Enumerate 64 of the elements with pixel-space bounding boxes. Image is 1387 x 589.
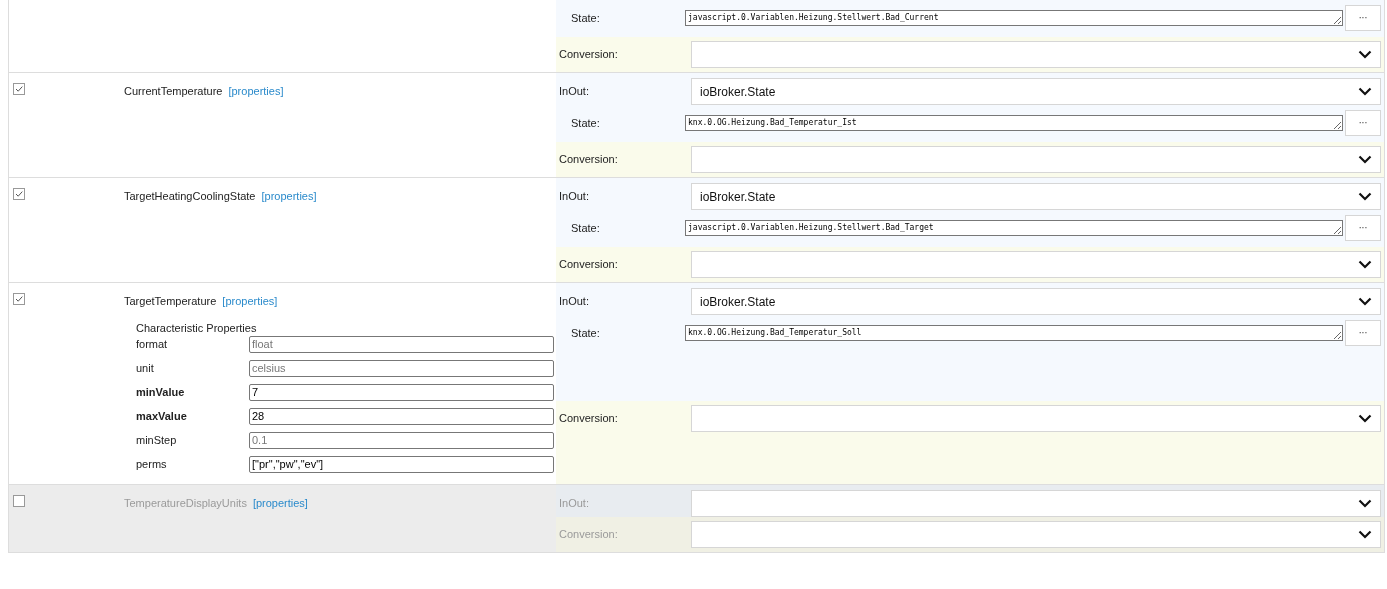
chevron-down-icon	[1358, 499, 1372, 508]
check-icon	[14, 294, 24, 304]
select-field[interactable]	[691, 404, 1381, 432]
browse-button[interactable]: ···	[1345, 110, 1381, 136]
chevron-down-icon	[1358, 260, 1372, 269]
select-field[interactable]	[691, 490, 1381, 517]
input-field[interactable]: ["pr","pw","ev"]	[249, 455, 554, 473]
chevron-down-icon	[1358, 155, 1372, 164]
field-label: Conversion:	[559, 527, 619, 543]
characteristic-name: TemperatureDisplayUnits	[124, 497, 247, 509]
field-label: InOut:	[559, 189, 590, 205]
select-field[interactable]: ioBroker.State	[691, 288, 1381, 315]
state-field[interactable]: javascript.0.Variablen.Heizung.Stellwert.Bad_Target	[685, 220, 1343, 236]
browse-button[interactable]: ···	[1345, 5, 1381, 31]
field-label: Conversion:	[559, 257, 619, 273]
properties-link[interactable]: [properties]	[228, 85, 284, 97]
property-label: maxValue	[136, 408, 188, 424]
input-field[interactable]: 0.1	[249, 431, 554, 449]
property-label: minStep	[136, 432, 178, 448]
chevron-down-icon	[1358, 530, 1372, 539]
check-icon	[14, 84, 24, 94]
property-label: perms	[136, 456, 168, 472]
state-field[interactable]: knx.0.OG.Heizung.Bad_Temperatur_Soll	[685, 325, 1343, 341]
select-field[interactable]	[691, 251, 1381, 278]
select-field[interactable]: ioBroker.State	[691, 78, 1381, 105]
chevron-down-icon	[1358, 297, 1372, 306]
characteristic-name: CurrentTemperature	[124, 85, 223, 97]
state-field[interactable]: javascript.0.Variablen.Heizung.Stellwert.Bad_Current	[685, 10, 1343, 26]
field-label: InOut:	[559, 84, 590, 100]
properties-link[interactable]: [properties]	[261, 190, 317, 202]
field-label: State:	[570, 325, 601, 341]
input-field[interactable]: 7	[249, 383, 554, 401]
checkbox[interactable]	[13, 188, 25, 200]
select-field[interactable]	[691, 146, 1381, 173]
characteristic-name: TargetTemperature	[124, 295, 217, 307]
chevron-down-icon	[1358, 50, 1372, 59]
characteristic-name: TargetHeatingCoolingState	[124, 190, 256, 202]
input-field[interactable]: celsius	[249, 359, 554, 377]
browse-button[interactable]: ···	[1345, 320, 1381, 346]
field-label: InOut:	[559, 496, 590, 512]
select-field[interactable]: ioBroker.State	[691, 183, 1381, 210]
input-field[interactable]: float	[249, 335, 554, 353]
chevron-down-icon	[1358, 87, 1372, 96]
select-field[interactable]	[691, 41, 1381, 68]
checkbox[interactable]	[13, 83, 25, 95]
field-label: Conversion:	[559, 152, 619, 168]
select-field[interactable]	[691, 521, 1381, 548]
properties-link[interactable]: [properties]	[222, 295, 278, 307]
property-label: minValue	[136, 384, 186, 400]
input-field[interactable]: 28	[249, 407, 554, 425]
chevron-down-icon	[1358, 413, 1372, 423]
check-icon	[14, 189, 24, 199]
field-label: Conversion:	[559, 410, 619, 426]
property-label: unit	[136, 360, 155, 376]
property-label: format	[136, 336, 169, 352]
state-field[interactable]: knx.0.OG.Heizung.Bad_Temperatur_Ist	[685, 115, 1343, 131]
field-label: State:	[570, 115, 601, 131]
section-title: Characteristic Properties	[136, 320, 258, 336]
chevron-down-icon	[1358, 192, 1372, 201]
checkbox[interactable]	[13, 495, 25, 507]
field-label: InOut:	[559, 294, 590, 310]
browse-button[interactable]: ···	[1345, 215, 1381, 241]
field-label: Conversion:	[559, 47, 619, 63]
checkbox[interactable]	[13, 293, 25, 305]
